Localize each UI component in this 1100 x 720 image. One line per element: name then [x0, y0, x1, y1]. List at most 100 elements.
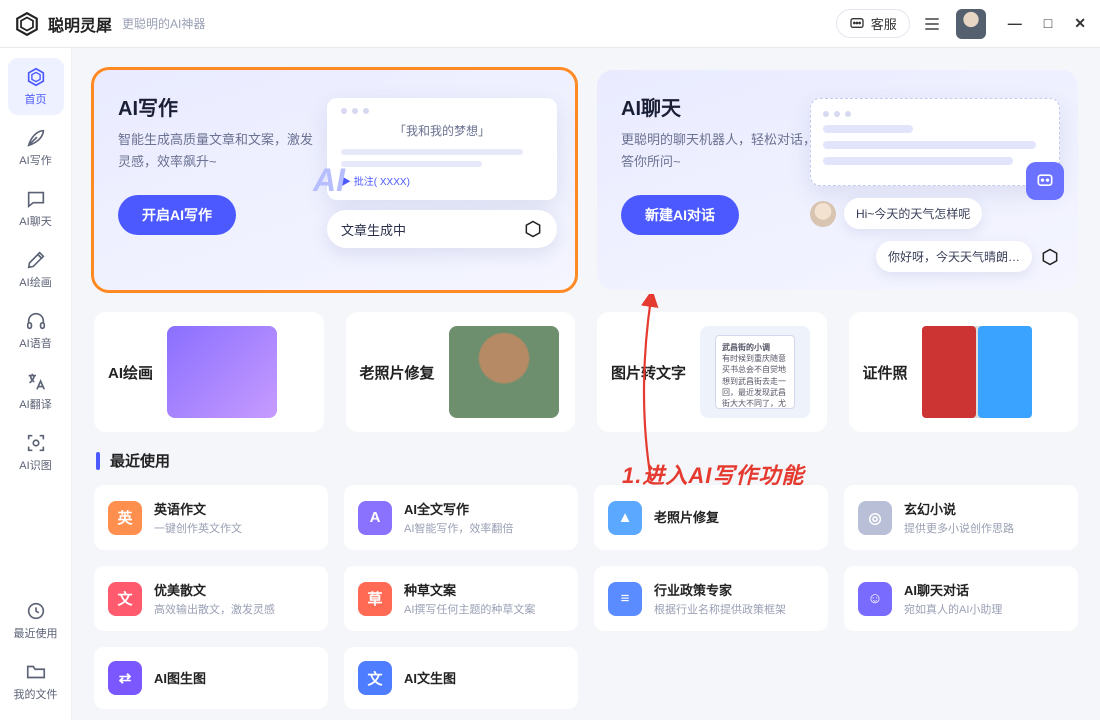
card-sub: 提供更多小说创作思路 [904, 520, 1014, 536]
history-icon [25, 600, 47, 622]
card-sub: 一键创作英文作文 [154, 520, 242, 536]
tool-title: AI绘画 [108, 362, 153, 383]
mock-quote: 「我和我的梦想」 [341, 122, 543, 139]
titlebar: 聪明灵犀 更聪明的AI神器 客服 — □ ✕ [0, 0, 1100, 48]
card-title: AI图生图 [154, 668, 206, 687]
card-icon: ▲ [608, 501, 642, 535]
window-close-button[interactable]: ✕ [1074, 15, 1086, 32]
folder-icon [25, 661, 47, 683]
recent-card[interactable]: ◎玄幻小说提供更多小说创作思路 [844, 485, 1078, 550]
tool-card-ocr[interactable]: 图片转文字 武昌街的小调 有时候到重庆随意买书总会不自觉地想到武昌街去走一回，最… [597, 312, 827, 432]
hex-icon [1040, 247, 1060, 267]
recent-card[interactable]: 文优美散文高效输出散文，激发灵感 [94, 566, 328, 631]
recent-card[interactable]: 英英语作文一键创作英文作文 [94, 485, 328, 550]
sidebar-label: AI绘画 [19, 274, 51, 290]
window-controls: — □ ✕ [1008, 15, 1086, 32]
sidebar-item-writing[interactable]: AI写作 [8, 119, 64, 176]
sidebar-item-recent[interactable]: 最近使用 [8, 592, 64, 649]
hero-card-writing[interactable]: AI写作 智能生成高质量文章和文案，激发灵感，效率飙升~ 开启AI写作 AI 「… [94, 70, 575, 290]
sidebar-label: 我的文件 [14, 686, 58, 702]
sidebar-label: AI写作 [19, 152, 51, 168]
section-title-recent: 最近使用 [96, 450, 1078, 471]
sidebar-item-draw[interactable]: AI绘画 [8, 241, 64, 298]
doc-body: 有时候到重庆随意买书总会不自觉地想到武昌街去走一回，最近发现武昌街大大不同了，尤… [722, 354, 786, 409]
section-title-text: 最近使用 [110, 450, 170, 471]
bubble-avatar [810, 201, 836, 227]
card-sub: 宛如真人的AI小助理 [904, 601, 1002, 617]
recent-card[interactable]: 文 AI文生图 [344, 647, 578, 709]
hero-mock-preview: AI 「我和我的梦想」 ▶ 批注( XXXX) 文章生成中 [327, 98, 557, 248]
card-icon: ☺ [858, 582, 892, 616]
tool-title: 证件照 [863, 362, 908, 383]
recent-card[interactable]: ⇄ AI图生图 [94, 647, 328, 709]
card-icon: 文 [108, 582, 142, 616]
card-title: AI聊天对话 [904, 580, 1002, 599]
tool-thumb [922, 326, 1032, 418]
card-title: AI文生图 [404, 668, 456, 687]
card-icon: ⇄ [108, 661, 142, 695]
sidebar-item-voice[interactable]: AI语音 [8, 302, 64, 359]
card-title: 英语作文 [154, 499, 242, 518]
mock-status: 文章生成中 [341, 220, 406, 239]
recent-card[interactable]: 草种草文案AI撰写任何主题的种草文案 [344, 566, 578, 631]
card-title: 优美散文 [154, 580, 275, 599]
hero-desc: 智能生成高质量文章和文案，激发灵感，效率飙升~ [118, 129, 318, 173]
recent-card[interactable]: ▲ 老照片修复 [594, 485, 828, 550]
card-title: 老照片修复 [654, 507, 719, 526]
doc-title: 武昌街的小调 [722, 343, 770, 352]
tool-thumb [449, 326, 559, 418]
sidebar-item-ocr[interactable]: AI识图 [8, 424, 64, 481]
brand-icon [14, 11, 40, 37]
card-icon: 英 [108, 501, 142, 535]
annotation-arrow [650, 294, 652, 480]
window-maximize-button[interactable]: □ [1044, 15, 1052, 32]
tool-thumb: 武昌街的小调 有时候到重庆随意买书总会不自觉地想到武昌街去走一回，最近发现武昌街… [700, 326, 810, 418]
ai-badge: AI [313, 162, 345, 199]
mock-annotation: ▶ 批注( XXXX) [341, 173, 543, 188]
card-icon: A [358, 501, 392, 535]
chat-float-icon [1026, 162, 1064, 200]
customer-service-button[interactable]: 客服 [836, 9, 910, 38]
home-icon [25, 66, 47, 88]
card-sub: 高效输出散文，激发灵感 [154, 601, 275, 617]
tool-card-draw[interactable]: AI绘画 [94, 312, 324, 432]
card-sub: 根据行业名称提供政策框架 [654, 601, 786, 617]
sidebar-item-home[interactable]: 首页 [8, 58, 64, 115]
tool-title: 老照片修复 [360, 362, 435, 383]
tool-card-restore[interactable]: 老照片修复 [346, 312, 576, 432]
window-minimize-button[interactable]: — [1008, 15, 1022, 32]
brush-icon [25, 249, 47, 271]
card-title: 玄幻小说 [904, 499, 1014, 518]
sidebar-label: AI识图 [19, 457, 51, 473]
hamburger-icon[interactable] [922, 14, 942, 34]
recent-card[interactable]: AAI全文写作AI智能写作，效率翻倍 [344, 485, 578, 550]
new-chat-button[interactable]: 新建AI对话 [621, 195, 739, 235]
card-sub: AI撰写任何主题的种草文案 [404, 601, 535, 617]
tool-card-idphoto[interactable]: 证件照 [849, 312, 1079, 432]
start-writing-button[interactable]: 开启AI写作 [118, 195, 236, 235]
sidebar-label: AI语音 [19, 335, 51, 351]
main-area: AI写作 智能生成高质量文章和文案，激发灵感，效率飙升~ 开启AI写作 AI 「… [72, 48, 1100, 720]
feather-icon [25, 127, 47, 149]
tool-thumb [167, 326, 277, 418]
hero-desc: 更聪明的聊天机器人，轻松对话，答你所问~ [621, 129, 821, 173]
hex-icon [523, 219, 543, 239]
card-icon: 文 [358, 661, 392, 695]
sidebar-label: 首页 [25, 91, 47, 107]
recent-card[interactable]: ☺ AI聊天对话宛如真人的AI小助理 [844, 566, 1078, 631]
sidebar-item-chat[interactable]: AI聊天 [8, 180, 64, 237]
hero-mock-preview: Hi~今天的天气怎样呢 你好呀，今天天气晴朗… [810, 98, 1060, 272]
sidebar-label: AI聊天 [19, 213, 51, 229]
hero-card-chat[interactable]: AI聊天 更聪明的聊天机器人，轻松对话，答你所问~ 新建AI对话 Hi~今天的天… [597, 70, 1078, 290]
sidebar-item-files[interactable]: 我的文件 [8, 653, 64, 710]
recent-card[interactable]: ≡行业政策专家根据行业名称提供政策框架 [594, 566, 828, 631]
card-sub: AI智能写作，效率翻倍 [404, 520, 513, 536]
chat-bubble: 你好呀，今天天气晴朗… [876, 241, 1032, 272]
avatar[interactable] [956, 9, 986, 39]
sidebar-label: 最近使用 [14, 625, 58, 641]
brand-subtitle: 更聪明的AI神器 [122, 15, 205, 32]
annotation-text: 1.进入AI写作功能 [622, 458, 804, 490]
brand-name: 聪明灵犀 [48, 12, 112, 36]
chat-icon [25, 188, 47, 210]
sidebar-item-translate[interactable]: AI翻译 [8, 363, 64, 420]
